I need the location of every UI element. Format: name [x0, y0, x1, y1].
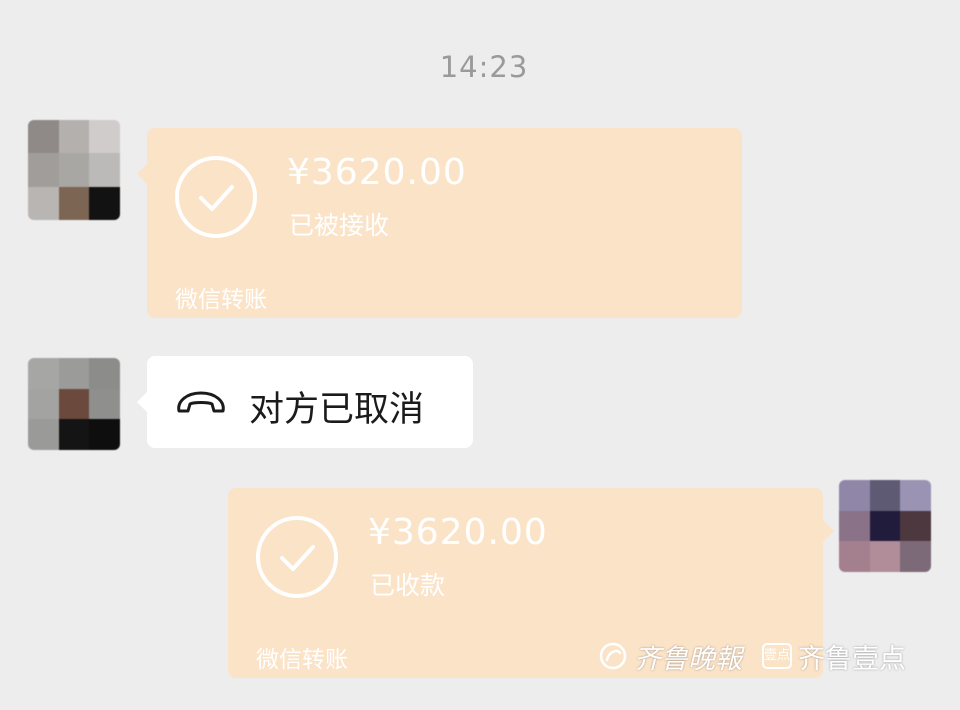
check-circle-icon — [256, 516, 338, 598]
my-avatar[interactable] — [839, 480, 931, 572]
call-status-text: 对方已取消 — [249, 390, 425, 430]
app-logo-icon: 壹点 — [762, 643, 792, 669]
newspaper-logo-icon — [599, 642, 627, 670]
watermark-brand: 齐鲁晚報 — [634, 643, 742, 675]
transfer-footer-label: 微信转账 — [256, 647, 348, 673]
contact-avatar[interactable] — [28, 120, 120, 220]
watermark-brand: 齐鲁壹点 — [798, 643, 906, 675]
watermark: 齐鲁晚報 壹点 齐鲁壹点 — [598, 636, 938, 676]
transfer-bubble-received[interactable]: ¥3620.00 已被接收 微信转账 — [147, 128, 742, 318]
transfer-footer-label: 微信转账 — [175, 287, 267, 313]
chat-timestamp: 14:23 — [439, 50, 529, 84]
call-message-bubble[interactable]: 对方已取消 — [147, 356, 473, 448]
transfer-status: 已被接收 — [289, 211, 390, 240]
transfer-status: 已收款 — [370, 571, 446, 600]
transfer-amount: ¥3620.00 — [287, 152, 467, 193]
hang-up-phone-icon — [173, 385, 229, 423]
check-circle-icon — [175, 156, 257, 238]
contact-avatar[interactable] — [28, 358, 120, 450]
bubble-tail — [823, 520, 834, 542]
transfer-amount: ¥3620.00 — [368, 512, 548, 553]
